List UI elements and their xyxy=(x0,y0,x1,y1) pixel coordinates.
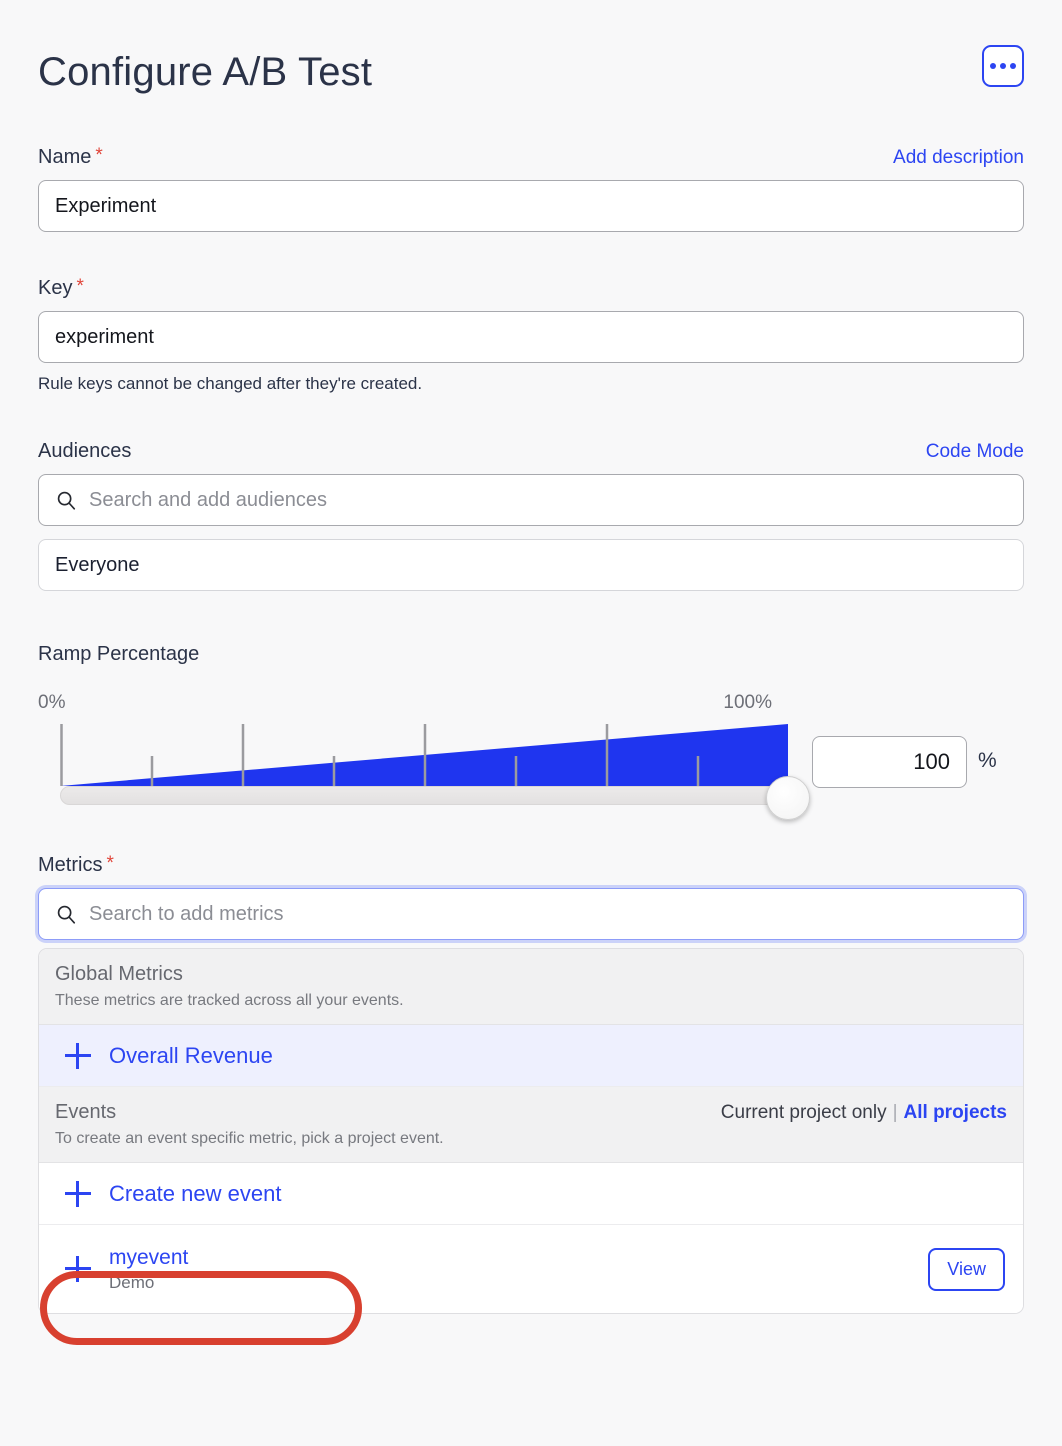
plus-icon xyxy=(65,1180,91,1207)
view-event-button[interactable]: View xyxy=(928,1247,1005,1291)
scope-all-projects[interactable]: All projects xyxy=(904,1102,1007,1123)
event-option-text: myevent Demo xyxy=(109,1246,188,1293)
name-field-group: Name * Add description Experiment xyxy=(38,146,1024,232)
scope-current-project[interactable]: Current project only xyxy=(721,1102,887,1123)
metrics-label: Metrics * xyxy=(38,854,114,877)
ramp-percentage-input[interactable]: 100 xyxy=(812,736,967,788)
required-asterisk: * xyxy=(106,853,114,874)
audiences-field-header: Audiences Code Mode xyxy=(38,440,1024,463)
search-icon xyxy=(57,905,76,924)
ramp-slider-captions: 0% 100% xyxy=(38,692,790,714)
ramp-slider[interactable]: 0% 100% xyxy=(38,692,810,820)
key-label: Key * xyxy=(38,277,84,300)
add-description-link[interactable]: Add description xyxy=(893,147,1024,169)
name-label: Name * xyxy=(38,146,103,169)
ramp-slider-thumb[interactable] xyxy=(766,776,810,820)
name-input-value: Experiment xyxy=(55,194,157,217)
ramp-min-label: 0% xyxy=(38,692,66,713)
ramp-percentage-value: 100 xyxy=(913,749,950,774)
ramp-percentage-unit: % xyxy=(978,749,997,772)
plus-icon xyxy=(65,1042,91,1069)
metrics-search-placeholder: Search to add metrics xyxy=(89,902,284,925)
events-header-row: Events Current project only | All projects xyxy=(55,1101,1007,1130)
code-mode-link[interactable]: Code Mode xyxy=(926,441,1024,463)
event-option-myevent[interactable]: myevent Demo View xyxy=(39,1225,1023,1313)
name-label-text: Name xyxy=(38,146,92,168)
audience-item-label: Everyone xyxy=(55,553,140,576)
metrics-dropdown-panel: Global Metrics These metrics are tracked… xyxy=(38,948,1024,1314)
event-option-name: myevent xyxy=(109,1245,189,1269)
create-new-event-label: Create new event xyxy=(109,1180,282,1206)
global-metrics-subtitle: These metrics are tracked across all you… xyxy=(55,992,404,1009)
ellipsis-dot-icon xyxy=(1010,63,1016,69)
metrics-field-header: Metrics * xyxy=(38,854,1024,877)
ellipsis-dot-icon xyxy=(990,63,996,69)
event-option-sublabel: Demo xyxy=(109,1272,155,1292)
key-input-value: experiment xyxy=(55,325,154,348)
plus-icon xyxy=(65,1256,91,1282)
audience-item-everyone[interactable]: Everyone xyxy=(38,539,1024,591)
required-asterisk: * xyxy=(76,276,84,297)
ramp-percentage-label: Ramp Percentage xyxy=(38,643,200,665)
ramp-wedge-graphic xyxy=(60,724,788,788)
scope-separator: | xyxy=(892,1102,898,1123)
global-metrics-group-header: Global Metrics These metrics are tracked… xyxy=(39,949,1023,1025)
name-field-header: Name * Add description xyxy=(38,146,1024,169)
ramp-max-label: 100% xyxy=(723,692,772,713)
configure-ab-test-page: Configure A/B Test Name * Add description… xyxy=(0,0,1062,1446)
ramp-percentage-group: Ramp Percentage 0% 100% 100 % xyxy=(38,643,1024,820)
project-scope-toggle: Current project only | All projects xyxy=(721,1102,1007,1124)
audiences-search-input[interactable]: Search and add audiences xyxy=(38,474,1024,526)
metric-option-overall-revenue[interactable]: Overall Revenue xyxy=(39,1025,1023,1087)
key-field-header: Key * xyxy=(38,277,1024,300)
search-icon xyxy=(57,491,76,510)
key-field-group: Key * experiment Rule keys cannot be chan… xyxy=(38,277,1024,394)
ramp-slider-track[interactable] xyxy=(60,786,788,805)
global-metrics-title: Global Metrics xyxy=(55,963,183,985)
metrics-field-group: Metrics * Search to add metrics Global Me… xyxy=(38,854,1024,1314)
events-title: Events xyxy=(55,1101,117,1123)
audiences-label: Audiences xyxy=(38,440,132,462)
metrics-search-input[interactable]: Search to add metrics xyxy=(38,888,1024,940)
ellipsis-dot-icon xyxy=(1000,63,1006,69)
key-label-text: Key xyxy=(38,277,73,299)
metric-option-label: Overall Revenue xyxy=(109,1042,273,1068)
ramp-slider-row: 0% 100% 100 % xyxy=(38,692,1024,820)
page-title: Configure A/B Test xyxy=(38,50,373,94)
metrics-label-text: Metrics xyxy=(38,854,103,876)
key-helper-text: Rule keys cannot be changed after they'r… xyxy=(38,374,423,393)
required-asterisk: * xyxy=(95,145,103,166)
audiences-search-placeholder: Search and add audiences xyxy=(89,488,327,511)
create-new-event-option[interactable]: Create new event xyxy=(39,1163,1023,1225)
more-options-button[interactable] xyxy=(982,45,1024,87)
events-subtitle: To create an event specific metric, pick… xyxy=(55,1130,444,1147)
page-header: Configure A/B Test xyxy=(38,0,1024,118)
name-input[interactable]: Experiment xyxy=(38,180,1024,232)
ramp-wedge-svg xyxy=(60,724,788,786)
key-input[interactable]: experiment xyxy=(38,311,1024,363)
audiences-field-group: Audiences Code Mode Search and add audie… xyxy=(38,440,1024,591)
events-group-header: Events Current project only | All projects… xyxy=(39,1087,1023,1163)
